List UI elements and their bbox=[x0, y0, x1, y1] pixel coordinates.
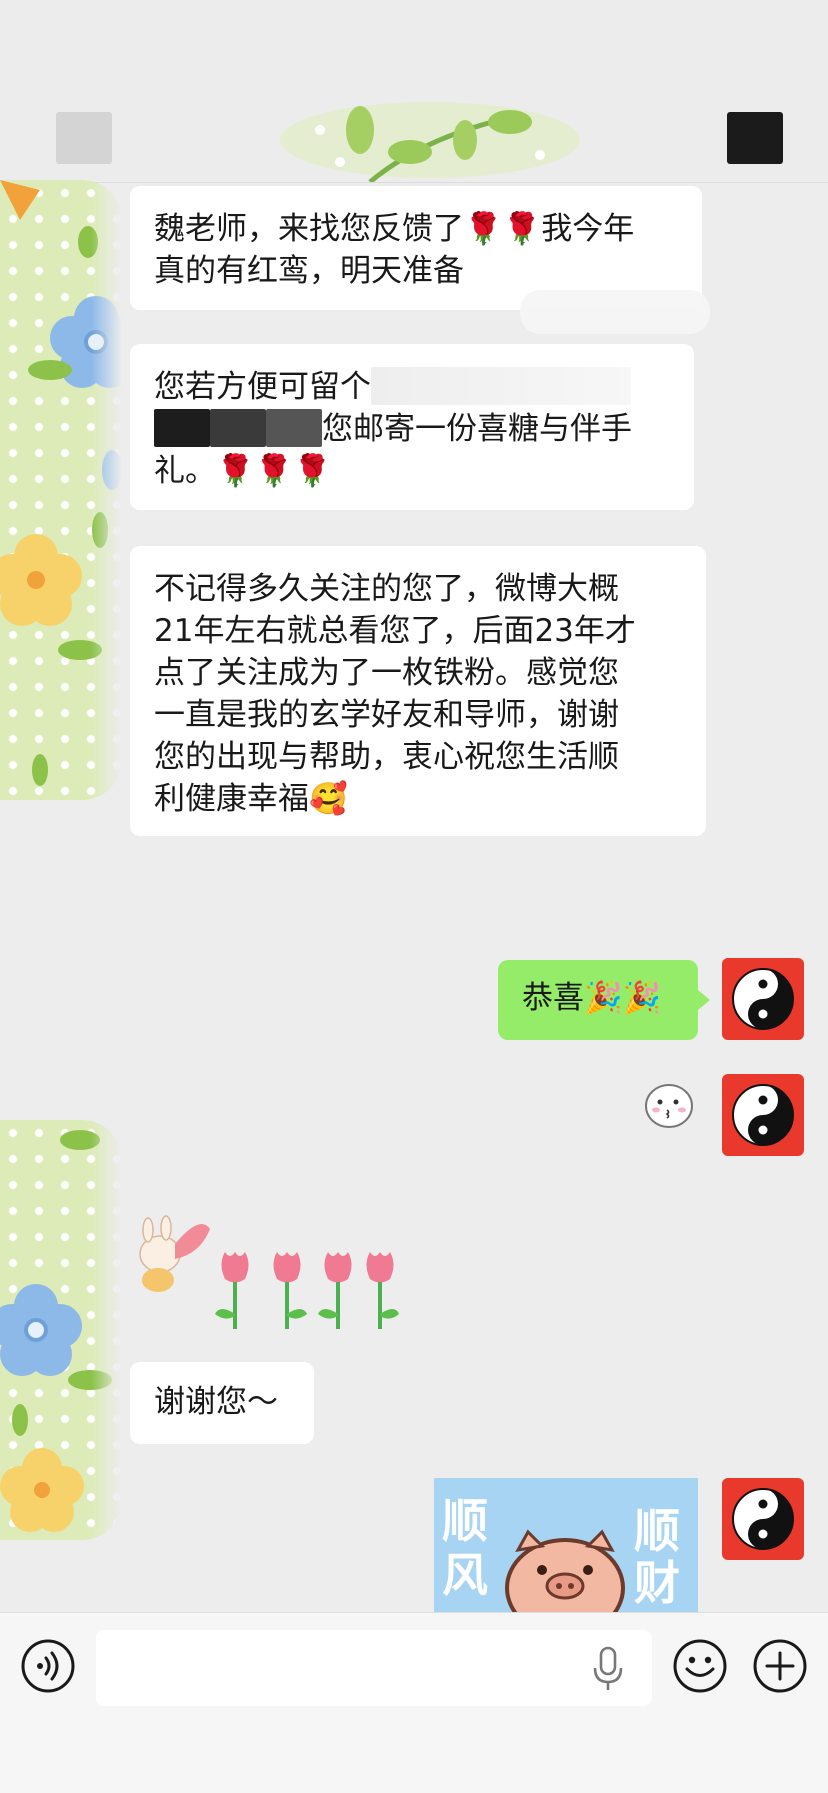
message-text: 礼。🌹🌹🌹 bbox=[154, 453, 332, 489]
message-text: 魏老师，来找您反馈了🌹🌹我今年 bbox=[154, 211, 635, 247]
message-text-line: 您若方便可留个 bbox=[154, 369, 371, 405]
yin-yang-icon bbox=[732, 1084, 794, 1146]
message-text: 您邮寄一份喜糖与伴手 bbox=[154, 408, 670, 450]
sticker-text: 财 bbox=[634, 1556, 680, 1610]
redacted-block bbox=[210, 409, 266, 447]
message-text-line: 您邮寄一份喜糖与伴手 bbox=[322, 411, 632, 447]
blur-overlay bbox=[520, 290, 710, 334]
redacted-text bbox=[464, 251, 534, 289]
message-text: 谢谢您～ bbox=[154, 1384, 278, 1420]
message-text: 您的出现与帮助，衷心祝您生活顺 bbox=[154, 739, 619, 775]
my-avatar[interactable] bbox=[722, 958, 804, 1040]
tulip-icon bbox=[215, 1252, 249, 1329]
sticker-text: 顺 bbox=[442, 1494, 488, 1548]
pig-sticker[interactable]: 顺 风 顺 财 bbox=[434, 1478, 698, 1612]
message-bubble[interactable]: 谢谢您～ bbox=[130, 1362, 314, 1444]
message-text: 一直是我的玄学好友和导师，谢谢 bbox=[154, 697, 619, 733]
message-text: 利健康幸福🥰 bbox=[154, 781, 348, 817]
voice-icon[interactable] bbox=[20, 1638, 76, 1694]
bubble-tail bbox=[698, 990, 710, 1010]
back-button-redacted[interactable] bbox=[56, 112, 112, 164]
message-bubble[interactable]: 不记得多久关注的您了，微博大概 21年左右就总看您了，后面23年才 点了关注成为… bbox=[130, 546, 706, 836]
contact-avatar[interactable] bbox=[0, 1120, 122, 1540]
leaf-decoration-icon bbox=[280, 102, 580, 182]
microphone-icon[interactable] bbox=[590, 1646, 626, 1692]
smiley-icon[interactable] bbox=[672, 1638, 728, 1694]
flower-pattern-icon bbox=[0, 1130, 112, 1532]
redacted-text bbox=[371, 367, 631, 405]
message-text: 21年左右就总看您了，后面23年才 bbox=[154, 613, 636, 649]
message-text: 您若方便可留个 bbox=[154, 366, 670, 408]
message-text: 恭喜🎉🎉 bbox=[522, 980, 662, 1016]
redacted-block bbox=[266, 409, 322, 447]
yin-yang-icon bbox=[732, 968, 794, 1030]
message-text: 不记得多久关注的您了，微博大概 bbox=[154, 571, 619, 607]
message-input[interactable] bbox=[96, 1630, 652, 1706]
my-avatar[interactable] bbox=[722, 1478, 804, 1560]
message-text-line: 真的有红鸾，明天准备 bbox=[154, 253, 464, 289]
message-bubble-sent[interactable]: 恭喜🎉🎉 bbox=[498, 960, 698, 1040]
tulip-bunny-sticker[interactable] bbox=[130, 1204, 400, 1334]
message-text: 真的有红鸾，明天准备 bbox=[154, 250, 678, 292]
message-bubble[interactable]: 您若方便可留个 您邮寄一份喜糖与伴手 礼。🌹🌹🌹 bbox=[130, 344, 694, 510]
sticker-text: 顺 bbox=[634, 1504, 680, 1558]
more-menu-redacted[interactable] bbox=[727, 112, 783, 164]
my-avatar[interactable] bbox=[722, 1074, 804, 1156]
plus-icon[interactable] bbox=[752, 1638, 808, 1694]
sticker-text: 风 bbox=[442, 1548, 488, 1602]
redacted-block bbox=[154, 409, 210, 447]
kissing-face-sticker[interactable] bbox=[642, 1080, 696, 1132]
message-text: 点了关注成为了一枚铁粉。感觉您 bbox=[154, 655, 619, 691]
pig-face-icon bbox=[505, 1529, 625, 1612]
contact-avatar[interactable] bbox=[0, 180, 122, 800]
yin-yang-icon bbox=[732, 1488, 794, 1550]
flower-pattern-icon bbox=[0, 180, 122, 786]
